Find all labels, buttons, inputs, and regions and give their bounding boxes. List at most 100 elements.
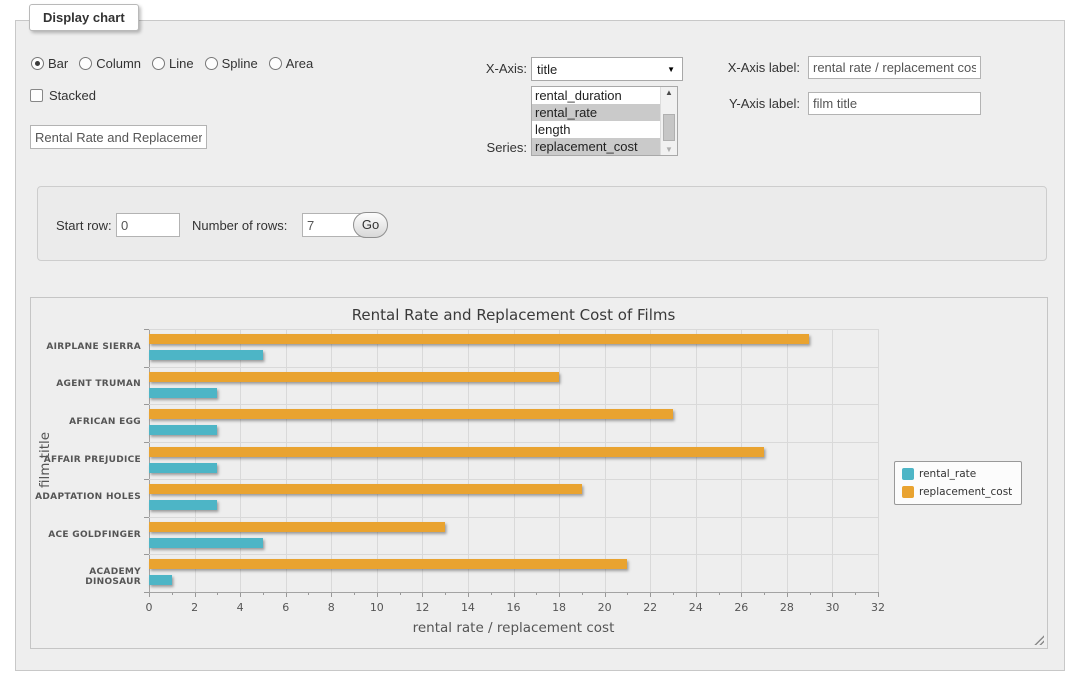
ytick-1 — [144, 367, 149, 368]
radio-option-line[interactable]: Line — [152, 56, 194, 71]
bar-replacement_cost-african-egg[interactable] — [149, 409, 673, 419]
xaxis-label-input[interactable] — [808, 56, 981, 79]
gridline-y-7 — [149, 592, 878, 593]
gridline-x-2 — [195, 329, 196, 592]
gridline-x-14 — [468, 329, 469, 592]
go-button[interactable]: Go — [353, 212, 388, 238]
bar-replacement_cost-academy-dinosaur[interactable] — [149, 559, 627, 569]
bar-rental_rate-affair-prejudice[interactable] — [149, 463, 217, 473]
yaxis-label-field-label: Y-Axis label: — [688, 96, 800, 111]
chart-plot-area: 02468101214161820222426283032AIRPLANE SI… — [149, 329, 878, 592]
gridline-x-4 — [240, 329, 241, 592]
radio-label-bar: Bar — [48, 56, 68, 71]
xtick-label-30: 30 — [817, 601, 847, 614]
chart-container: Rental Rate and Replacement Cost of Film… — [30, 297, 1048, 649]
legend-label-replacement_cost: replacement_cost — [919, 486, 1012, 498]
ytick-6 — [144, 554, 149, 555]
bar-replacement_cost-adaptation-holes[interactable] — [149, 484, 582, 494]
xtick-label-4: 4 — [225, 601, 255, 614]
ytick-0 — [144, 329, 149, 330]
chart-legend: rental_rate replacement_cost — [894, 461, 1022, 505]
bar-rental_rate-academy-dinosaur[interactable] — [149, 575, 172, 585]
series-listbox[interactable]: rental_durationrental_ratelengthreplacem… — [531, 86, 678, 156]
category-label: AGENT TRUMAN — [31, 379, 141, 389]
chart-title: Rental Rate and Replacement Cost of Film… — [149, 306, 878, 324]
gridline-x-12 — [422, 329, 423, 592]
page: Display chart Bar Column Line Spline Area St… — [0, 0, 1081, 681]
xtick-label-16: 16 — [499, 601, 529, 614]
xtick-label-6: 6 — [271, 601, 301, 614]
xtick-label-24: 24 — [681, 601, 711, 614]
ytick-5 — [144, 517, 149, 518]
legend-swatch-rental_rate — [902, 468, 914, 480]
ytick-3 — [144, 442, 149, 443]
stacked-row: Stacked — [30, 88, 96, 103]
legend-swatch-replacement_cost — [902, 486, 914, 498]
bar-replacement_cost-affair-prejudice[interactable] — [149, 447, 764, 457]
xaxis-select-label: X-Axis: — [430, 61, 527, 76]
gridline-x-22 — [650, 329, 651, 592]
fieldset-legend: Display chart — [29, 4, 139, 31]
radio-icon-column[interactable] — [79, 57, 92, 70]
series-option-rental_duration[interactable]: rental_duration — [532, 87, 660, 104]
ytick-4 — [144, 479, 149, 480]
radio-icon-bar[interactable] — [31, 57, 44, 70]
scrollbar-thumb[interactable] — [663, 114, 675, 141]
gridline-x-32 — [878, 329, 879, 592]
bar-replacement_cost-agent-truman[interactable] — [149, 372, 559, 382]
start-row-input[interactable] — [116, 213, 180, 237]
ytick-2 — [144, 404, 149, 405]
bar-rental_rate-agent-truman[interactable] — [149, 388, 217, 398]
xtick-label-12: 12 — [407, 601, 437, 614]
radio-label-column: Column — [96, 56, 141, 71]
radio-option-bar[interactable]: Bar — [31, 56, 68, 71]
radio-icon-area[interactable] — [269, 57, 282, 70]
chevron-down-icon: ▼ — [667, 65, 682, 74]
category-label: ACE GOLDFINGER — [31, 530, 141, 540]
xtick-label-28: 28 — [772, 601, 802, 614]
gridline-x-18 — [559, 329, 560, 592]
xtick-label-32: 32 — [863, 601, 893, 614]
stacked-checkbox[interactable] — [30, 89, 43, 102]
gridline-x-24 — [696, 329, 697, 592]
xtick-label-14: 14 — [453, 601, 483, 614]
radio-option-spline[interactable]: Spline — [205, 56, 258, 71]
bar-rental_rate-airplane-sierra[interactable] — [149, 350, 263, 360]
scroll-up-icon[interactable]: ▲ — [661, 88, 677, 97]
xtick-label-8: 8 — [316, 601, 346, 614]
bar-rental_rate-african-egg[interactable] — [149, 425, 217, 435]
series-options: rental_durationrental_ratelengthreplacem… — [532, 87, 660, 155]
xaxis-select[interactable]: title ▼ — [531, 57, 683, 81]
xtick-label-22: 22 — [635, 601, 665, 614]
legend-item-replacement_cost[interactable]: replacement_cost — [902, 486, 1012, 498]
start-row-label: Start row: — [56, 218, 112, 233]
radio-label-area: Area — [286, 56, 313, 71]
row-range-panel: Start row: Number of rows: Go — [37, 186, 1047, 261]
radio-icon-line[interactable] — [152, 57, 165, 70]
gridline-x-8 — [331, 329, 332, 592]
xtick-label-10: 10 — [362, 601, 392, 614]
bar-rental_rate-adaptation-holes[interactable] — [149, 500, 217, 510]
gridline-y-5 — [149, 517, 878, 518]
bar-replacement_cost-ace-goldfinger[interactable] — [149, 522, 445, 532]
gridline-y-4 — [149, 479, 878, 480]
series-option-rental_rate[interactable]: rental_rate — [532, 104, 660, 121]
bar-replacement_cost-airplane-sierra[interactable] — [149, 334, 809, 344]
chart-title-input[interactable] — [30, 125, 207, 149]
gridline-y-1 — [149, 367, 878, 368]
legend-item-rental_rate[interactable]: rental_rate — [902, 468, 1012, 480]
chart-type-radio-group: Bar Column Line Spline Area — [31, 56, 313, 71]
series-scrollbar[interactable]: ▲ ▼ — [660, 87, 677, 155]
xtick-label-18: 18 — [544, 601, 574, 614]
radio-option-area[interactable]: Area — [269, 56, 313, 71]
radio-label-spline: Spline — [222, 56, 258, 71]
series-option-replacement_cost[interactable]: replacement_cost — [532, 138, 660, 155]
bar-rental_rate-ace-goldfinger[interactable] — [149, 538, 263, 548]
scroll-down-icon[interactable]: ▼ — [661, 145, 677, 154]
xtick-label-26: 26 — [726, 601, 756, 614]
radio-option-column[interactable]: Column — [79, 56, 141, 71]
radio-icon-spline[interactable] — [205, 57, 218, 70]
series-option-length[interactable]: length — [532, 121, 660, 138]
yaxis-label-input[interactable] — [808, 92, 981, 115]
resize-handle-icon[interactable] — [1033, 634, 1044, 645]
